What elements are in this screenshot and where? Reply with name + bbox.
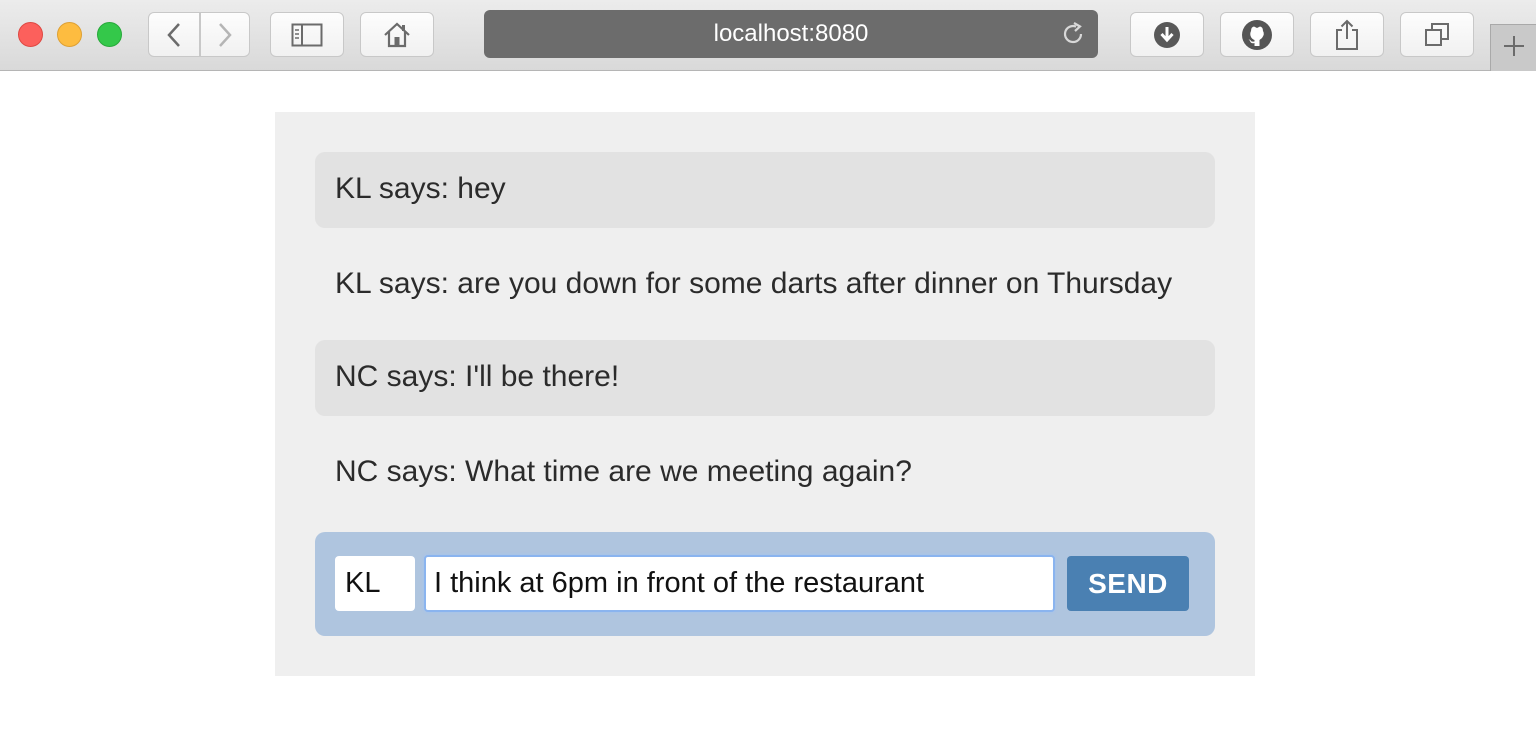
tabs-icon [1423, 21, 1451, 49]
message-item: NC says: What time are we meeting again? [315, 435, 1215, 509]
send-button[interactable]: SEND [1067, 556, 1189, 611]
new-tab-button[interactable] [1490, 24, 1536, 71]
share-icon [1334, 19, 1360, 51]
sidebar-icon [291, 23, 323, 47]
back-button[interactable] [148, 12, 200, 57]
browser-toolbar: localhost:8080 [0, 0, 1536, 71]
back-icon [165, 21, 183, 49]
sidebar-button[interactable] [270, 12, 344, 57]
forward-icon [216, 21, 234, 49]
message-input[interactable] [424, 555, 1055, 612]
message-item: KL says: hey [315, 152, 1215, 228]
minimize-window-button[interactable] [57, 22, 82, 47]
message-text: NC says: What time are we meeting again? [335, 455, 912, 488]
message-item: NC says: I'll be there! [315, 340, 1215, 416]
show-tabs-button[interactable] [1400, 12, 1474, 57]
reload-icon[interactable] [1060, 21, 1086, 54]
address-bar[interactable]: localhost:8080 [484, 10, 1098, 58]
message-text: KL says: hey [335, 172, 506, 205]
name-input[interactable] [335, 556, 415, 611]
forward-button[interactable] [200, 12, 250, 57]
zoom-window-button[interactable] [97, 22, 122, 47]
message-text: KL says: are you down for some darts aft… [335, 267, 1173, 300]
downloads-button[interactable] [1130, 12, 1204, 57]
message-composer: SEND [315, 532, 1215, 636]
github-icon [1241, 19, 1273, 51]
new-tab-icon [1502, 34, 1526, 63]
github-button[interactable] [1220, 12, 1294, 57]
close-window-button[interactable] [18, 22, 43, 47]
download-icon [1152, 20, 1182, 50]
chat-panel: KL says: hey KL says: are you down for s… [275, 112, 1255, 676]
url-text: localhost:8080 [713, 20, 869, 47]
message-item: KL says: are you down for some darts aft… [315, 247, 1215, 321]
home-button[interactable] [360, 12, 434, 57]
home-icon [382, 21, 412, 49]
message-text: NC says: I'll be there! [335, 360, 620, 393]
share-button[interactable] [1310, 12, 1384, 57]
